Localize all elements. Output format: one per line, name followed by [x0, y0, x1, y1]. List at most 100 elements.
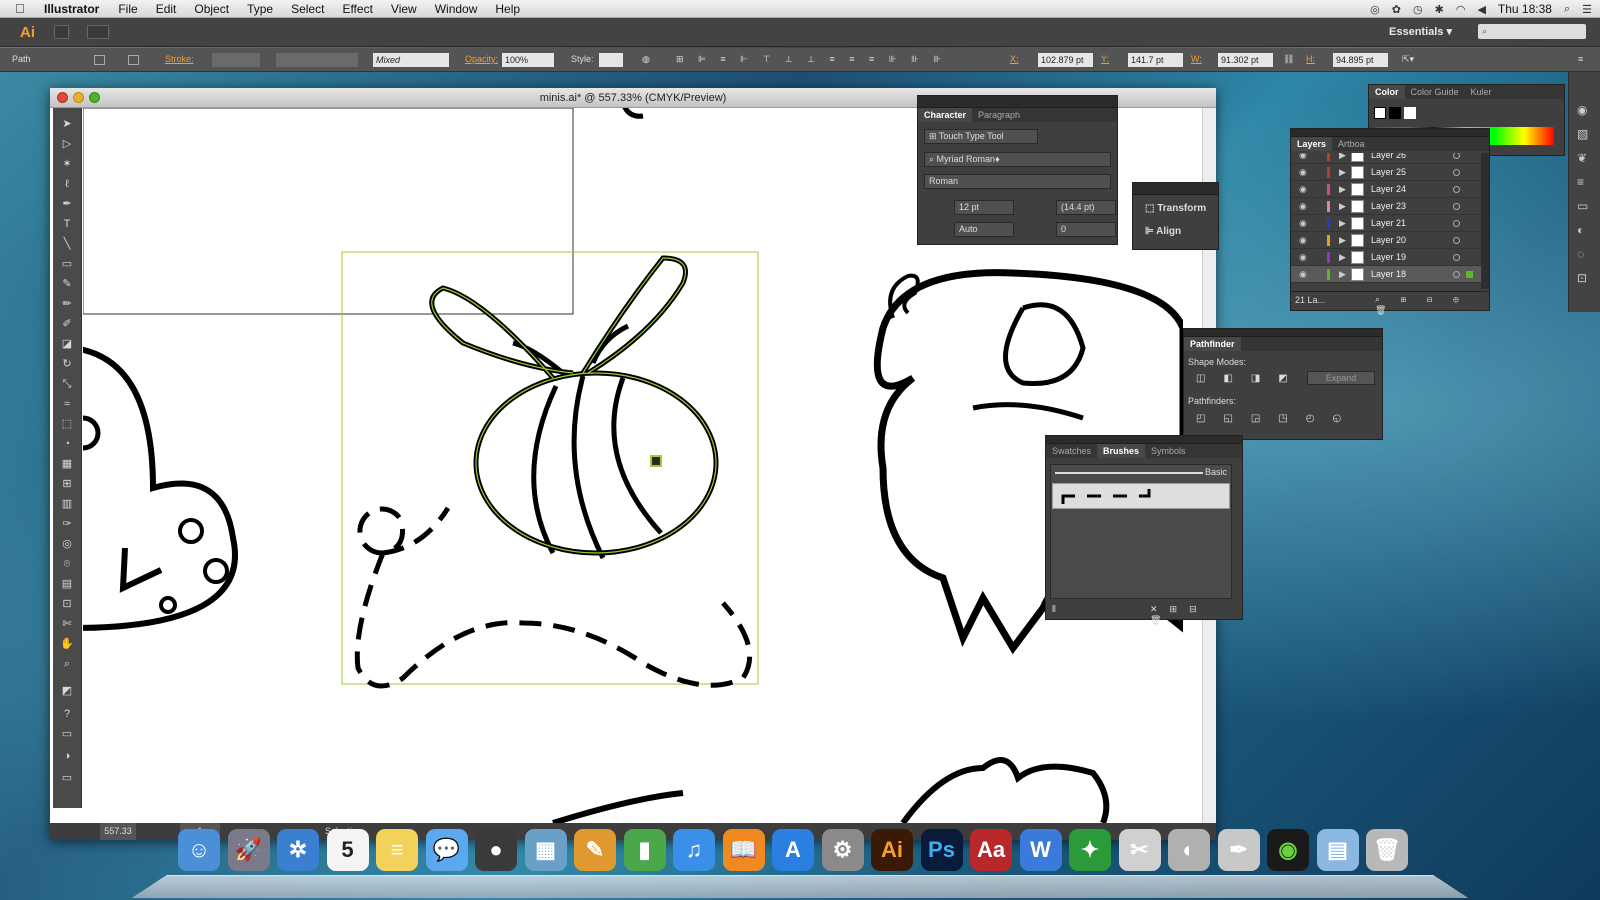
layer-row-selected[interactable]: ◉ ▶ Layer 18 — [1291, 266, 1481, 283]
w-field[interactable]: 91.302 pt — [1218, 53, 1273, 67]
stroke-label[interactable]: Stroke: — [165, 54, 194, 64]
visibility-eye-icon[interactable]: ◉ — [1299, 232, 1307, 249]
symbol-sprayer-tool-icon[interactable]: ⌾ — [58, 556, 76, 572]
constrain-icon[interactable]: ⛓ — [1283, 54, 1294, 65]
menu-view[interactable]: View — [382, 2, 426, 16]
blob-brush-tool-icon[interactable]: ✐ — [58, 316, 76, 332]
brush-actions-icons[interactable]: ✕⊞⊟🗑 — [1150, 604, 1232, 626]
dock-photoshop-icon[interactable]: Ps — [920, 829, 963, 871]
pathfinder-icons[interactable]: ◰◱◲◳◴◵ — [1196, 413, 1359, 424]
bluetooth-icon[interactable]: ✱ — [1435, 3, 1444, 16]
layers-scrollbar[interactable] — [1481, 153, 1489, 289]
layer-row[interactable]: ◉ ▶ Layer 21 — [1291, 215, 1481, 232]
help-icon[interactable]: ? — [58, 706, 76, 722]
dock-trash-icon[interactable]: 🗑 — [1366, 829, 1408, 871]
leading-field[interactable]: (14.4 pt) — [1056, 200, 1116, 215]
shape-mode-icons[interactable]: ◫◧◨◩ — [1196, 373, 1306, 384]
tab-artboards[interactable]: Artboa — [1332, 139, 1371, 149]
center-point-handle[interactable] — [650, 455, 662, 467]
dock-iphoto-icon[interactable]: ▦ — [524, 829, 567, 871]
target-icon[interactable] — [1453, 203, 1460, 210]
spotlight-icon[interactable]: ⌕ — [1564, 3, 1570, 16]
pen-tool-icon[interactable]: ✒ — [58, 196, 76, 212]
dock-illustrator-icon[interactable]: Ai — [871, 829, 913, 871]
expand-button[interactable]: Expand — [1307, 371, 1375, 385]
dock-script-icon[interactable]: ✒ — [1217, 829, 1260, 871]
collapsed-panel-icons[interactable]: ◉ ▧ ❦ ≡ ▭ ◐ ◌ ⊡ — [1577, 98, 1588, 290]
visibility-eye-icon[interactable]: ◉ — [1299, 153, 1307, 164]
panel-header[interactable] — [1184, 329, 1382, 337]
brush-libraries-icon[interactable]: ⫴ — [1052, 604, 1056, 615]
visibility-eye-icon[interactable]: ◉ — [1299, 181, 1307, 198]
expand-triangle-icon[interactable]: ▶ — [1339, 215, 1346, 232]
dock-preferences-icon[interactable]: ⚙ — [821, 829, 864, 871]
zoom-window-button[interactable] — [89, 92, 100, 103]
dock-calendar-icon[interactable]: 5 — [326, 829, 369, 871]
dock-spotify-icon[interactable]: ◉ — [1267, 829, 1309, 871]
layer-row[interactable]: ◉ ▶ Layer 26 — [1291, 153, 1481, 164]
tab-color-guide[interactable]: Color Guide — [1405, 87, 1465, 97]
align-icons[interactable]: ⊞ ⊫ ≡ ⊩ ⊤ ⊥ ⊥ ≡ ≡ ≡ ⊪ ⊪ ⊪ — [676, 54, 947, 65]
dock-dropbox-icon[interactable]: ✦ — [1069, 829, 1111, 871]
menu-help[interactable]: Help — [486, 2, 529, 16]
black-swatch[interactable] — [1389, 107, 1401, 119]
menu-select[interactable]: Select — [282, 2, 333, 16]
visibility-eye-icon[interactable]: ◉ — [1299, 164, 1307, 181]
tab-character[interactable]: Character — [918, 108, 973, 122]
direct-selection-tool-icon[interactable]: ▷ — [58, 136, 76, 152]
gradient-tool-icon[interactable]: ▥ — [58, 496, 76, 512]
dock-ibooks-icon[interactable]: 📖 — [722, 829, 765, 871]
y-field[interactable]: 141.7 pt — [1128, 53, 1183, 67]
expand-triangle-icon[interactable]: ▶ — [1339, 198, 1346, 215]
fill-none-swatch[interactable] — [1374, 107, 1386, 119]
tab-swatches[interactable]: Swatches — [1046, 446, 1097, 456]
layer-row[interactable]: ◉ ▶ Layer 23 — [1291, 198, 1481, 215]
dock-numbers-icon[interactable]: ▮ — [623, 829, 666, 871]
dock-preview-icon[interactable]: ◐ — [1168, 829, 1210, 871]
align-button[interactable]: ⊫ Align — [1145, 226, 1181, 237]
color-mode-icon[interactable]: ▭ — [58, 726, 76, 742]
layer-row[interactable]: ◉ ▶ Layer 19 — [1291, 249, 1481, 266]
tab-layers[interactable]: Layers — [1291, 137, 1333, 151]
width-tool-icon[interactable]: ≈ — [58, 396, 76, 412]
volume-icon[interactable]: ◀ — [1477, 3, 1485, 16]
arrange-documents-button[interactable] — [87, 25, 109, 39]
menu-window[interactable]: Window — [426, 2, 487, 16]
panel-header[interactable] — [1133, 183, 1218, 195]
brush-definition-field[interactable]: Mixed — [373, 53, 449, 67]
target-icon[interactable] — [1453, 271, 1460, 278]
selection-bounding-box[interactable] — [341, 251, 759, 685]
expand-triangle-icon[interactable]: ▶ — [1339, 164, 1346, 181]
wifi-icon[interactable]: ◠ — [1456, 3, 1466, 16]
opacity-field[interactable]: 100% — [502, 53, 554, 67]
tab-color[interactable]: Color — [1369, 85, 1405, 99]
h-field[interactable]: 94.895 pt — [1333, 53, 1388, 67]
visibility-eye-icon[interactable]: ◉ — [1299, 215, 1307, 232]
panel-header[interactable] — [1291, 129, 1489, 137]
visibility-eye-icon[interactable]: ◉ — [1299, 198, 1307, 215]
app-menu[interactable]: Illustrator — [40, 2, 109, 16]
opacity-label[interactable]: Opacity: — [465, 54, 498, 64]
expand-triangle-icon[interactable]: ▶ — [1339, 153, 1346, 164]
stroke-swatch[interactable] — [128, 55, 139, 65]
dock-facetime-icon[interactable]: ● — [475, 829, 517, 871]
sync-icon[interactable]: ✿ — [1392, 3, 1401, 16]
mesh-tool-icon[interactable]: ⊞ — [58, 476, 76, 492]
apple-icon[interactable]:  — [0, 1, 40, 16]
lasso-tool-icon[interactable]: ℓ — [58, 176, 76, 192]
visibility-eye-icon[interactable]: ◉ — [1299, 266, 1307, 283]
dock-appstore-icon[interactable]: A — [772, 829, 814, 871]
menu-type[interactable]: Type — [238, 2, 282, 16]
dock-safari-icon[interactable]: ✲ — [277, 829, 319, 871]
line-tool-icon[interactable]: ╲ — [58, 236, 76, 252]
artboard-tool-icon[interactable]: ⊡ — [58, 596, 76, 612]
dock-wunderlist-icon[interactable]: W — [1019, 829, 1062, 871]
graph-tool-icon[interactable]: ▤ — [58, 576, 76, 592]
panel-header[interactable] — [918, 96, 1117, 108]
menu-object[interactable]: Object — [185, 2, 238, 16]
dock-notes-icon[interactable]: ≡ — [376, 829, 418, 871]
layer-row[interactable]: ◉ ▶ Layer 25 — [1291, 164, 1481, 181]
scale-tool-icon[interactable]: ⤡ — [58, 376, 76, 392]
font-style-field[interactable]: Roman — [924, 174, 1111, 189]
tab-symbols[interactable]: Symbols — [1145, 446, 1192, 456]
